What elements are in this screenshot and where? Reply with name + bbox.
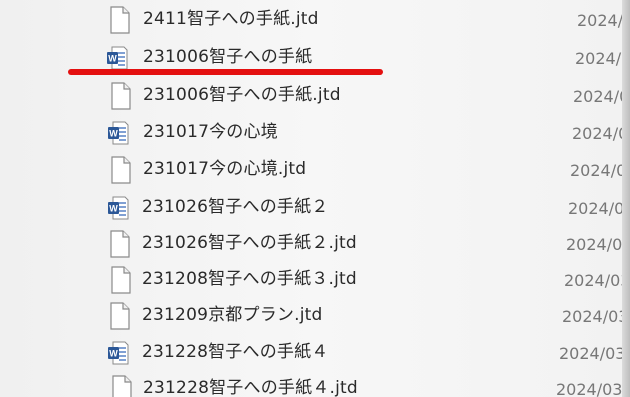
file-date-modified: 2024/0 [572, 124, 629, 143]
svg-text:W: W [109, 349, 118, 359]
file-name: 231208智子への手紙３.jtd [142, 269, 357, 289]
file-row[interactable]: 231017今の心境.jtd 2024/0 [0, 152, 630, 188]
svg-text:W: W [109, 204, 118, 214]
file-date-modified: 2024/03 [564, 271, 630, 290]
file-name: 231006智子への手紙.jtd [143, 85, 341, 105]
word-document-icon: W [106, 44, 128, 72]
file-date-modified: 2024/0 [573, 87, 630, 106]
file-explorer-view: 2411智子への手紙.jtd 2024/W 231006智子への手紙 2024/0 23… [0, 0, 630, 397]
file-date-modified: 2024/03 [566, 235, 630, 254]
file-date-modified: 2024/03 [559, 344, 626, 363]
file-name: 231026智子への手紙２.jtd [142, 233, 357, 253]
file-name: 231017今の心境 [143, 122, 278, 142]
generic-file-icon [110, 266, 132, 294]
file-row[interactable]: 231006智子への手紙.jtd 2024/0 [0, 78, 630, 114]
word-document-icon: W [107, 194, 129, 222]
file-row[interactable]: W 231026智子への手紙２ 2024/0 [0, 190, 630, 226]
file-date-modified: 2024/0 [570, 161, 627, 180]
word-document-icon: W [107, 339, 129, 367]
red-highlight-underline [68, 69, 383, 75]
file-date-modified: 2024/03 [556, 380, 623, 397]
file-row[interactable]: 231208智子への手紙３.jtd 2024/03 [0, 262, 630, 298]
file-name: 231228智子への手紙４ [142, 342, 329, 362]
generic-file-icon [110, 82, 132, 110]
file-name: 2411智子への手紙.jtd [143, 9, 319, 29]
file-date-modified: 2024/ [577, 11, 624, 30]
file-row[interactable]: 231209京都プラン.jtd 2024/03 [0, 298, 630, 334]
generic-file-icon [111, 375, 133, 397]
file-list: 2411智子への手紙.jtd 2024/W 231006智子への手紙 2024/0 23… [0, 0, 630, 397]
generic-file-icon [109, 302, 131, 330]
file-name: 231006智子への手紙 [143, 47, 313, 67]
generic-file-icon [109, 230, 131, 258]
file-row[interactable]: W 231228智子への手紙４ 2024/03 [0, 335, 630, 371]
file-row[interactable]: 2411智子への手紙.jtd 2024/ [0, 2, 630, 38]
file-name: 231017今の心境.jtd [143, 159, 307, 179]
svg-text:W: W [108, 54, 117, 64]
file-name: 231209京都プラン.jtd [142, 305, 323, 325]
generic-file-icon [110, 156, 132, 184]
file-name: 231026智子への手紙２ [142, 197, 329, 217]
column-divider [622, 0, 630, 397]
file-row[interactable]: 231228智子への手紙４.jtd 2024/03 [0, 371, 630, 397]
file-row[interactable]: W 231017今の心境 2024/0 [0, 115, 630, 151]
generic-file-icon [109, 6, 131, 34]
file-name: 231228智子への手紙４.jtd [143, 378, 358, 397]
file-date-modified: 2024/03 [562, 307, 629, 326]
word-document-icon: W [107, 119, 129, 147]
svg-text:W: W [109, 129, 118, 139]
file-row[interactable]: 231026智子への手紙２.jtd 2024/03 [0, 226, 630, 262]
file-date-modified: 2024/0 [568, 199, 625, 218]
